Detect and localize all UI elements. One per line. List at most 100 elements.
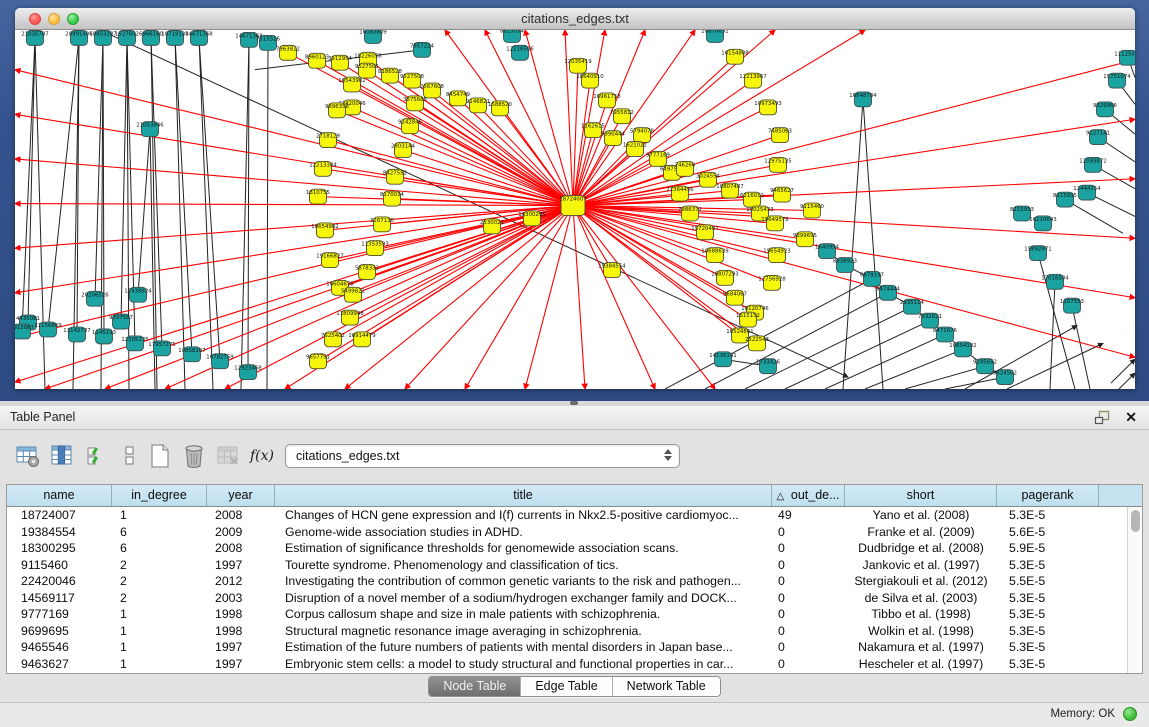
table-row[interactable]: 946554611997Estimation of the future num… bbox=[7, 639, 1142, 656]
network-node-label: 10688639 bbox=[701, 249, 729, 255]
network-node-label: 9990444 bbox=[601, 132, 626, 138]
network-node-label: 15720407 bbox=[691, 226, 718, 232]
network-node-label: 16848784 bbox=[849, 93, 877, 99]
network-edge[interactable] bbox=[1119, 373, 1135, 389]
splitter-grip[interactable] bbox=[570, 401, 578, 405]
column-header-short[interactable]: short bbox=[845, 485, 997, 506]
network-node-label: 16210643 bbox=[1029, 217, 1056, 223]
tab-edge-table[interactable]: Edge Table bbox=[520, 677, 611, 696]
table-cell: 0 bbox=[772, 540, 845, 557]
network-edge[interactable] bbox=[345, 206, 573, 389]
table-cell: 5.3E-5 bbox=[997, 507, 1099, 524]
table-cell: 0 bbox=[772, 573, 845, 590]
table-cell: 5.9E-5 bbox=[997, 540, 1099, 557]
scrollbar-thumb[interactable] bbox=[1131, 510, 1140, 532]
column-header-out_de[interactable]: △ out_de... bbox=[772, 485, 845, 506]
network-node-label: 1810755 bbox=[306, 190, 330, 196]
network-edge[interactable] bbox=[390, 76, 573, 206]
table-cell: 0 bbox=[772, 606, 845, 623]
network-node-label: 8427552 bbox=[383, 170, 407, 176]
network-canvas[interactable]: 2103578720991406108532871527602696616010… bbox=[15, 30, 1135, 389]
network-edge[interactable] bbox=[352, 107, 573, 205]
network-node-label: 2935114 bbox=[900, 300, 925, 306]
network-edge[interactable] bbox=[905, 366, 985, 389]
network-edge[interactable] bbox=[965, 326, 1077, 389]
network-edge[interactable] bbox=[175, 38, 185, 389]
clear-selection-icon[interactable] bbox=[116, 442, 144, 470]
vertical-scrollbar[interactable] bbox=[1127, 507, 1142, 673]
network-edge[interactable] bbox=[525, 206, 573, 389]
table-cell: 5.3E-5 bbox=[997, 606, 1099, 623]
table-row[interactable]: 969969511998Structural magnetic resonanc… bbox=[7, 623, 1142, 640]
network-edge[interactable] bbox=[403, 150, 573, 206]
network-edge[interactable] bbox=[175, 38, 192, 354]
table-row[interactable]: 946362711997Embryonic stem cells: a mode… bbox=[7, 656, 1142, 673]
table-cell: 9115460 bbox=[7, 557, 112, 574]
network-edge[interactable] bbox=[1072, 306, 1090, 389]
delete-rows-icon[interactable] bbox=[180, 442, 208, 470]
column-header-pagerank[interactable]: pagerank bbox=[997, 485, 1099, 506]
table-row[interactable]: 911546021997Tourette syndrome. Phenomeno… bbox=[7, 557, 1142, 574]
dropdown-stepper-icon bbox=[664, 449, 672, 461]
table-row[interactable]: 1938455462009Genome-wide association stu… bbox=[7, 524, 1142, 541]
network-node-label: 9245652 bbox=[973, 360, 997, 366]
table-settings-icon[interactable] bbox=[14, 442, 42, 470]
network-edge[interactable] bbox=[1111, 359, 1135, 383]
network-edge[interactable] bbox=[121, 38, 127, 322]
network-node-label: 12093872 bbox=[1079, 158, 1106, 164]
network-edge[interactable] bbox=[1038, 253, 1075, 389]
table-panel-header: Table Panel ✕ bbox=[0, 406, 1149, 430]
network-edge[interactable] bbox=[15, 204, 573, 206]
network-node-label: 5499822 bbox=[341, 288, 365, 294]
table-cell: 1997 bbox=[207, 557, 275, 574]
network-edge[interactable] bbox=[412, 81, 573, 206]
function-builder-icon[interactable]: f(x) bbox=[248, 442, 276, 470]
tab-node-table[interactable]: Node Table bbox=[429, 677, 520, 696]
window-titlebar[interactable]: citations_edges.txt bbox=[15, 8, 1135, 30]
network-node-label: 12923468 bbox=[234, 366, 262, 372]
table-row[interactable]: 1456911722003Disruption of a novel membe… bbox=[7, 590, 1142, 607]
network-node-label: 7963822 bbox=[276, 46, 300, 52]
memory-status-indicator-icon[interactable] bbox=[1123, 707, 1137, 721]
close-panel-icon[interactable]: ✕ bbox=[1125, 409, 1137, 425]
table-row[interactable]: 2242004622012Investigating the contribut… bbox=[7, 573, 1142, 590]
new-table-icon[interactable] bbox=[146, 442, 174, 470]
table-row[interactable]: 1872400712008Changes of HCN gene express… bbox=[7, 507, 1142, 524]
network-edge[interactable] bbox=[865, 349, 963, 389]
network-edge[interactable] bbox=[573, 206, 585, 389]
tab-network-table[interactable]: Network Table bbox=[612, 677, 720, 696]
network-edge[interactable] bbox=[100, 30, 848, 377]
column-header-in_degree[interactable]: in_degree bbox=[112, 485, 207, 506]
table-row[interactable]: 1830029562008Estimation of significance … bbox=[7, 540, 1142, 557]
network-edge[interactable] bbox=[1065, 200, 1123, 234]
table-cell: 6 bbox=[112, 524, 207, 541]
attribute-table[interactable]: namein_degreeyeartitle△ out_de...shortpa… bbox=[6, 484, 1143, 674]
network-canvas-container[interactable]: 2103578720991406108532871527602696616010… bbox=[15, 30, 1135, 389]
column-header-name[interactable]: name bbox=[7, 485, 112, 506]
network-edge[interactable] bbox=[151, 38, 162, 348]
select-columns-icon[interactable] bbox=[48, 442, 76, 470]
column-header-title[interactable]: title bbox=[275, 485, 772, 506]
network-node-label: 11156869 bbox=[34, 323, 62, 329]
network-edge[interactable] bbox=[105, 206, 573, 389]
select-all-icon[interactable] bbox=[84, 442, 112, 470]
network-edge[interactable] bbox=[362, 206, 573, 340]
table-cell: Wolkin et al. (1998) bbox=[845, 623, 997, 640]
network-edge[interactable] bbox=[138, 129, 150, 295]
float-panel-icon[interactable] bbox=[1094, 410, 1111, 425]
network-edge[interactable] bbox=[267, 43, 268, 389]
network-node-label: 2718129 bbox=[316, 134, 341, 140]
network-edge[interactable] bbox=[745, 307, 912, 389]
table-selector-dropdown[interactable]: citations_edges.txt bbox=[285, 444, 680, 468]
table-panel-title: Table Panel bbox=[10, 410, 75, 424]
table-panel: Table Panel ✕ f bbox=[0, 406, 1149, 702]
network-edge[interactable] bbox=[863, 99, 883, 389]
network-edge[interactable] bbox=[843, 99, 863, 389]
table-cell: Investigating the contribution of common… bbox=[275, 573, 772, 590]
network-edge[interactable] bbox=[785, 321, 930, 389]
column-header-year[interactable]: year bbox=[207, 485, 275, 506]
network-node-label: 5794078 bbox=[630, 129, 655, 135]
network-edge[interactable] bbox=[340, 63, 573, 206]
table-row[interactable]: 977716911998Corpus callosum shape and si… bbox=[7, 606, 1142, 623]
network-view-window[interactable]: citations_edges.txt 21035787209914061085… bbox=[15, 8, 1135, 389]
